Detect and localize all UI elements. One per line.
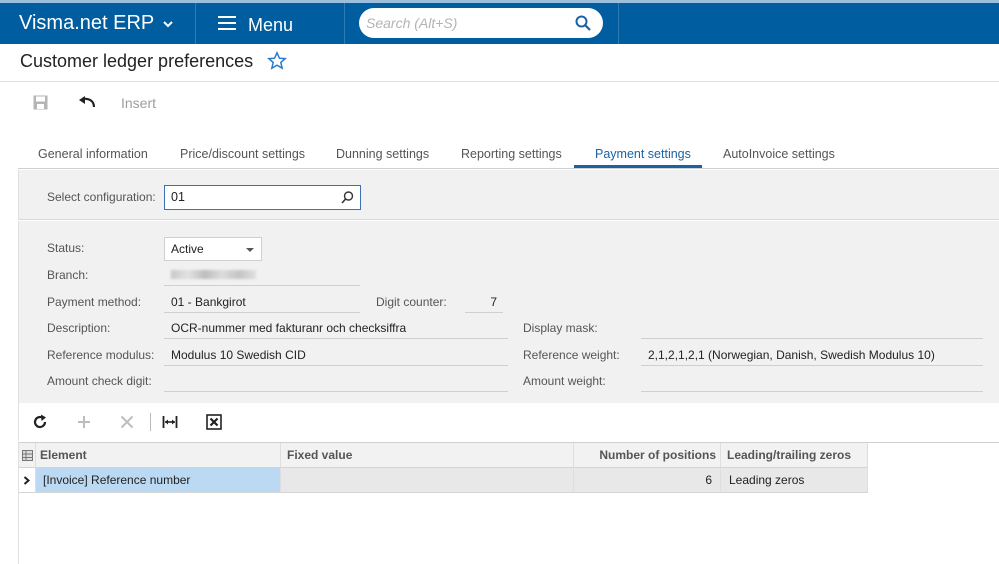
undo-icon[interactable] xyxy=(78,96,96,110)
configuration-value: 01 xyxy=(171,190,185,204)
configuration-panel: Select configuration: 01 xyxy=(18,170,999,220)
status-value: Active xyxy=(171,242,204,256)
column-header-leading-trailing-zeros[interactable]: Leading/trailing zeros xyxy=(721,443,868,468)
menu-label: Menu xyxy=(248,15,294,35)
digit-counter-field[interactable]: 7 xyxy=(465,291,503,313)
select-configuration-label: Select configuration: xyxy=(47,190,156,204)
table-cell-fixed-value[interactable] xyxy=(281,468,574,493)
reference-modulus-field[interactable]: Modulus 10 Swedish CID xyxy=(164,344,508,366)
column-header-fixed-value[interactable]: Fixed value xyxy=(281,443,574,468)
payment-method-label: Payment method: xyxy=(47,295,142,309)
toolbar: Insert xyxy=(0,90,999,118)
display-mask-field[interactable] xyxy=(641,317,983,339)
brand-switcher[interactable]: Visma.net ERP xyxy=(0,3,196,44)
column-header-number-of-positions[interactable]: Number of positions xyxy=(574,443,721,468)
status-label: Status: xyxy=(47,241,85,255)
insert-button[interactable]: Insert xyxy=(121,95,156,111)
search-icon[interactable] xyxy=(575,15,591,31)
chevron-down-icon xyxy=(163,21,173,28)
grid-settings-icon[interactable] xyxy=(22,450,33,461)
branch-value-redacted xyxy=(171,270,256,279)
column-header-element[interactable]: Element xyxy=(36,443,281,468)
menu-button[interactable]: Menu xyxy=(196,3,345,44)
add-row-icon[interactable] xyxy=(76,414,92,430)
tab-reporting-settings[interactable]: Reporting settings xyxy=(461,147,562,161)
amount-weight-label: Amount weight: xyxy=(523,374,606,388)
chevron-down-icon xyxy=(246,248,254,252)
tab-bar: General information Price/discount setti… xyxy=(18,140,999,169)
elements-grid: Element Fixed value Number of positions … xyxy=(18,442,999,564)
tab-general-information[interactable]: General information xyxy=(38,147,148,161)
display-mask-label: Display mask: xyxy=(523,321,598,335)
amount-check-digit-label: Amount check digit: xyxy=(47,374,152,388)
payment-method-field[interactable]: 01 - Bankgirot xyxy=(164,291,360,313)
tab-dunning-settings[interactable]: Dunning settings xyxy=(336,147,429,161)
row-pointer-icon xyxy=(23,476,31,485)
branch-label: Branch: xyxy=(47,268,89,282)
brand-name: Visma.net ERP xyxy=(19,12,155,34)
payment-settings-form: Status: Active Branch: Payment method: 0… xyxy=(18,221,999,403)
search-icon[interactable] xyxy=(341,191,354,204)
table-cell-number-of-positions[interactable]: 6 xyxy=(574,468,721,493)
grid-settings-header[interactable] xyxy=(19,443,36,468)
reference-weight-field[interactable]: 2,1,2,1,2,1 (Norwegian, Danish, Swedish … xyxy=(641,344,983,366)
description-label: Description: xyxy=(47,321,111,335)
toolbar-separator xyxy=(150,413,151,431)
tab-payment-settings[interactable]: Payment settings xyxy=(595,147,691,161)
row-selector[interactable] xyxy=(19,468,36,493)
amount-check-digit-field[interactable] xyxy=(164,370,508,392)
active-tab-indicator xyxy=(574,165,702,168)
export-excel-icon[interactable] xyxy=(206,414,222,430)
tab-price-discount-settings[interactable]: Price/discount settings xyxy=(180,147,305,161)
delete-row-icon[interactable] xyxy=(119,414,135,430)
page-title: Customer ledger preferences xyxy=(20,51,254,71)
table-cell-zeros[interactable]: Leading zeros xyxy=(721,468,868,493)
description-field[interactable]: OCR-nummer med fakturanr och checksiffra xyxy=(164,317,508,339)
top-bar: Visma.net ERP Menu xyxy=(0,0,999,44)
refresh-icon[interactable] xyxy=(32,414,48,430)
amount-weight-field[interactable] xyxy=(641,370,983,392)
hamburger-icon xyxy=(218,16,236,30)
table-cell-element[interactable]: [Invoice] Reference number xyxy=(36,468,281,493)
search-area xyxy=(345,3,619,44)
grid-toolbar xyxy=(18,403,999,441)
reference-weight-label: Reference weight: xyxy=(523,348,620,362)
tab-autoinvoice-settings[interactable]: AutoInvoice settings xyxy=(723,147,835,161)
reference-modulus-label: Reference modulus: xyxy=(47,348,155,362)
search-input[interactable] xyxy=(359,8,603,38)
title-row: Customer ledger preferences xyxy=(0,44,999,82)
configuration-selector[interactable]: 01 xyxy=(164,185,361,210)
fit-columns-icon[interactable] xyxy=(162,414,178,430)
favorite-star-icon[interactable] xyxy=(267,51,287,71)
digit-counter-label: Digit counter: xyxy=(376,295,447,309)
save-icon[interactable] xyxy=(33,95,48,110)
status-dropdown[interactable]: Active xyxy=(164,237,262,261)
